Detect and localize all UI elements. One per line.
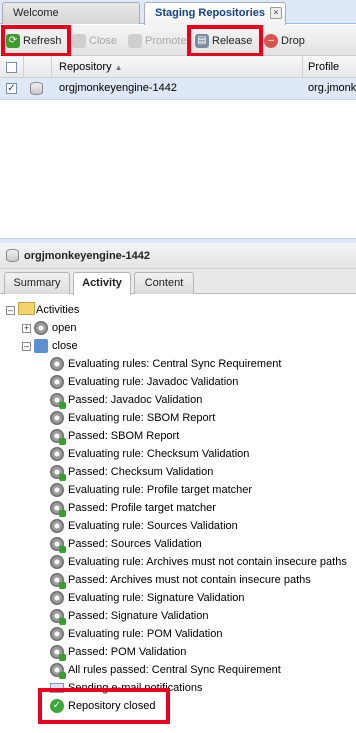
event-label: Passed: Archives must not contain insecu… xyxy=(68,574,311,586)
gear-passed-icon xyxy=(50,573,66,589)
promote-icon xyxy=(128,33,142,48)
event-label: Passed: Profile target matcher xyxy=(68,502,216,514)
tab-welcome[interactable]: Welcome xyxy=(2,2,140,24)
tab-activity[interactable]: Activity xyxy=(73,272,131,295)
release-highlight xyxy=(187,25,263,57)
table-row[interactable]: ✓ orgjmonkeyengine-1442 org.jmonk xyxy=(0,78,356,100)
row-checkbox[interactable]: ✓ xyxy=(6,83,17,94)
refresh-highlight xyxy=(1,25,71,57)
open-stage-icon xyxy=(34,321,48,335)
collapse-icon[interactable]: – xyxy=(6,306,15,315)
tab-bar: Welcome Staging Repositories × xyxy=(0,0,356,25)
column-repository-label: Repository xyxy=(59,61,112,73)
grid-header: Repository ▲ Profile xyxy=(0,56,356,78)
gear-passed-icon xyxy=(50,393,66,409)
detail-tabs: Summary Activity Content xyxy=(0,269,356,295)
close-icon[interactable]: × xyxy=(270,7,282,19)
column-profile[interactable]: Profile xyxy=(308,61,339,73)
expand-icon[interactable]: + xyxy=(22,324,31,333)
gear-passed-icon xyxy=(50,537,66,553)
gear-icon xyxy=(50,555,64,569)
event-label: Passed: Signature Validation xyxy=(68,610,209,622)
event-label: Passed: POM Validation xyxy=(68,646,187,658)
repository-closed-highlight xyxy=(38,688,170,724)
database-icon xyxy=(30,82,43,95)
gear-icon xyxy=(50,627,64,641)
event-label: Evaluating rule: Profile target matcher xyxy=(68,484,253,496)
close-stage-icon xyxy=(34,339,48,353)
row-profile: org.jmonk xyxy=(308,82,356,94)
detail-header: orgjmonkeyengine-1442 xyxy=(0,243,356,269)
select-all-checkbox[interactable] xyxy=(6,62,17,73)
gear-passed-icon xyxy=(50,645,66,661)
collapse-icon[interactable]: – xyxy=(22,342,31,351)
repository-icon xyxy=(6,249,19,262)
gear-icon xyxy=(50,483,64,497)
event-label: Passed: Sources Validation xyxy=(68,538,202,550)
gear-icon xyxy=(50,519,64,533)
row-repository: orgjmonkeyengine-1442 xyxy=(59,82,178,94)
tab-summary-label: Summary xyxy=(13,277,61,289)
gear-icon xyxy=(50,357,64,371)
event-label: Evaluating rule: Sources Validation xyxy=(68,520,238,532)
event-label: Passed: Javadoc Validation xyxy=(68,394,203,406)
event-label: All rules passed: Central Sync Requireme… xyxy=(68,664,281,676)
gear-icon xyxy=(50,411,64,425)
close-label: Close xyxy=(89,34,118,47)
event-label: Evaluating rule: Checksum Validation xyxy=(68,448,250,460)
tab-summary[interactable]: Summary xyxy=(4,272,70,294)
tree-close-label: close xyxy=(52,340,78,352)
gear-passed-icon xyxy=(50,663,66,679)
folder-icon xyxy=(18,301,35,319)
gear-icon xyxy=(50,591,64,605)
gear-passed-icon xyxy=(50,501,66,517)
gear-icon xyxy=(50,375,64,389)
sort-asc-icon: ▲ xyxy=(114,63,123,72)
event-label: Passed: SBOM Report xyxy=(68,430,180,442)
gear-passed-icon xyxy=(50,609,66,625)
drop-label: Drop xyxy=(281,34,305,47)
close-repo-icon xyxy=(72,33,86,48)
column-repository[interactable]: Repository ▲ xyxy=(59,61,123,73)
promote-button[interactable]: Promote xyxy=(128,30,187,51)
event-label: Evaluating rules: Central Sync Requireme… xyxy=(68,358,282,370)
activity-tree: – Activities + open – close Evaluating r… xyxy=(0,294,356,733)
event-label: Passed: Checksum Validation xyxy=(68,466,214,478)
tab-activity-label: Activity xyxy=(82,277,122,289)
event-label: Evaluating rule: Archives must not conta… xyxy=(68,556,347,568)
close-button[interactable]: Close xyxy=(72,30,117,51)
tree-open-label: open xyxy=(52,322,77,334)
tab-staging-repositories[interactable]: Staging Repositories × xyxy=(144,2,286,25)
tree-root-label: Activities xyxy=(36,304,80,316)
tab-welcome-label: Welcome xyxy=(13,7,59,19)
gear-passed-icon xyxy=(50,465,66,481)
tab-staging-label: Staging Repositories xyxy=(155,7,266,19)
event-label: Evaluating rule: SBOM Report xyxy=(68,412,216,424)
gear-passed-icon xyxy=(50,429,66,445)
detail-title: orgjmonkeyengine-1442 xyxy=(24,250,150,262)
event-label: Evaluating rule: POM Validation xyxy=(68,628,223,640)
gear-icon xyxy=(50,447,64,461)
event-label: Evaluating rule: Signature Validation xyxy=(68,592,245,604)
tab-content-label: Content xyxy=(144,277,184,289)
promote-label: Promote xyxy=(145,34,187,47)
drop-button[interactable]: – Drop xyxy=(264,30,305,51)
tab-content[interactable]: Content xyxy=(134,272,194,294)
event-label: Evaluating rule: Javadoc Validation xyxy=(68,376,239,388)
drop-icon: – xyxy=(264,33,278,48)
